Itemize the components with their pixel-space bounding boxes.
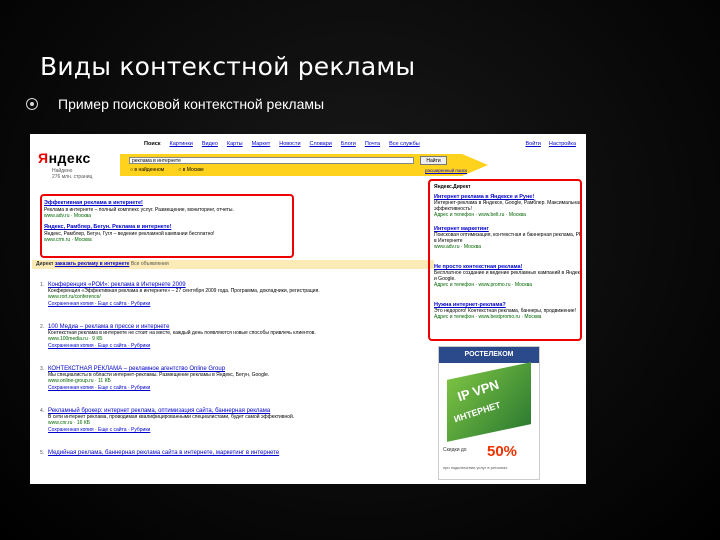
nav-item-mail[interactable]: Почта <box>365 141 380 147</box>
nav-item-all[interactable]: Все службы <box>389 141 420 147</box>
nav-item-blogs[interactable]: Блоги <box>341 141 356 147</box>
direct-bar-link[interactable]: заказать рекламу в интернете <box>55 261 130 267</box>
search-result: 4. Рекламный брокер: интернет реклама, о… <box>40 408 295 433</box>
nav-item-maps[interactable]: Карты <box>227 141 243 147</box>
search-result: 5. Медийная реклама, баннерная реклама с… <box>40 450 280 456</box>
settings-link[interactable]: Настройка <box>549 141 576 147</box>
search-result: 3. КОНТЕКСТНАЯ РЕКЛАМА – рекламное агент… <box>40 366 270 391</box>
nav-item-images[interactable]: Картинки <box>170 141 193 147</box>
banner-fine-print: при подключении услуг в регионах <box>443 465 508 470</box>
nav-item-search[interactable]: Поиск <box>144 141 161 147</box>
nav-item-market[interactable]: Маркет <box>252 141 271 147</box>
bullet-text: Пример поисковой контекстной рекламы <box>58 96 325 112</box>
radio-in-moscow[interactable]: в Москве <box>178 167 204 173</box>
banner-brand: РОСТЕЛЕКОМ <box>439 347 539 363</box>
direct-bar-all[interactable]: Все объявления <box>131 261 169 267</box>
nav-item-dictionaries[interactable]: Словари <box>310 141 332 147</box>
login-link[interactable]: Войти <box>526 141 541 147</box>
bullet-circle-icon <box>26 98 38 110</box>
direct-bar: Директ заказать рекламу в интернете Все … <box>32 260 434 269</box>
nav-item-news[interactable]: Новости <box>279 141 300 147</box>
rostelecom-banner[interactable]: РОСТЕЛЕКОМ IP VPN ИНТЕРНЕТ Скидки до 50%… <box>438 346 540 480</box>
search-result: 1. Конференция «РОИ»: реклама в Интернет… <box>40 282 320 307</box>
slide-title: Виды контекстной рекламы <box>40 52 416 81</box>
bullet-item: Пример поисковой контекстной рекламы <box>26 96 324 112</box>
yandex-logo[interactable]: Яндекс <box>38 150 91 166</box>
yandex-screenshot: Поиск Картинки Видео Карты Маркет Новост… <box>30 134 586 484</box>
banner-discount-label: Скидки до <box>443 447 467 453</box>
search-result: 2. 100 Медиа – реклама в прессе и интерн… <box>40 324 316 349</box>
search-scope-radios: в найденном в Москве <box>130 167 204 173</box>
top-links: Войти Настройка <box>526 141 576 147</box>
found-count: Найдено 276 млн. страниц <box>52 168 93 180</box>
search-button[interactable]: Найти <box>420 156 447 165</box>
nav-item-video[interactable]: Видео <box>202 141 218 147</box>
banner-discount: 50% <box>487 443 518 460</box>
slide: Виды контекстной рекламы Пример поисково… <box>0 0 720 540</box>
top-ads-highlight-frame <box>40 194 294 258</box>
advanced-search-link[interactable]: расширенный поиск <box>425 168 467 173</box>
search-input[interactable]: реклама в интернете <box>129 157 414 164</box>
right-ads-highlight-frame <box>428 179 582 341</box>
yandex-top-nav: Поиск Картинки Видео Карты Маркет Новост… <box>144 141 420 147</box>
radio-in-found[interactable]: в найденном <box>130 167 164 173</box>
